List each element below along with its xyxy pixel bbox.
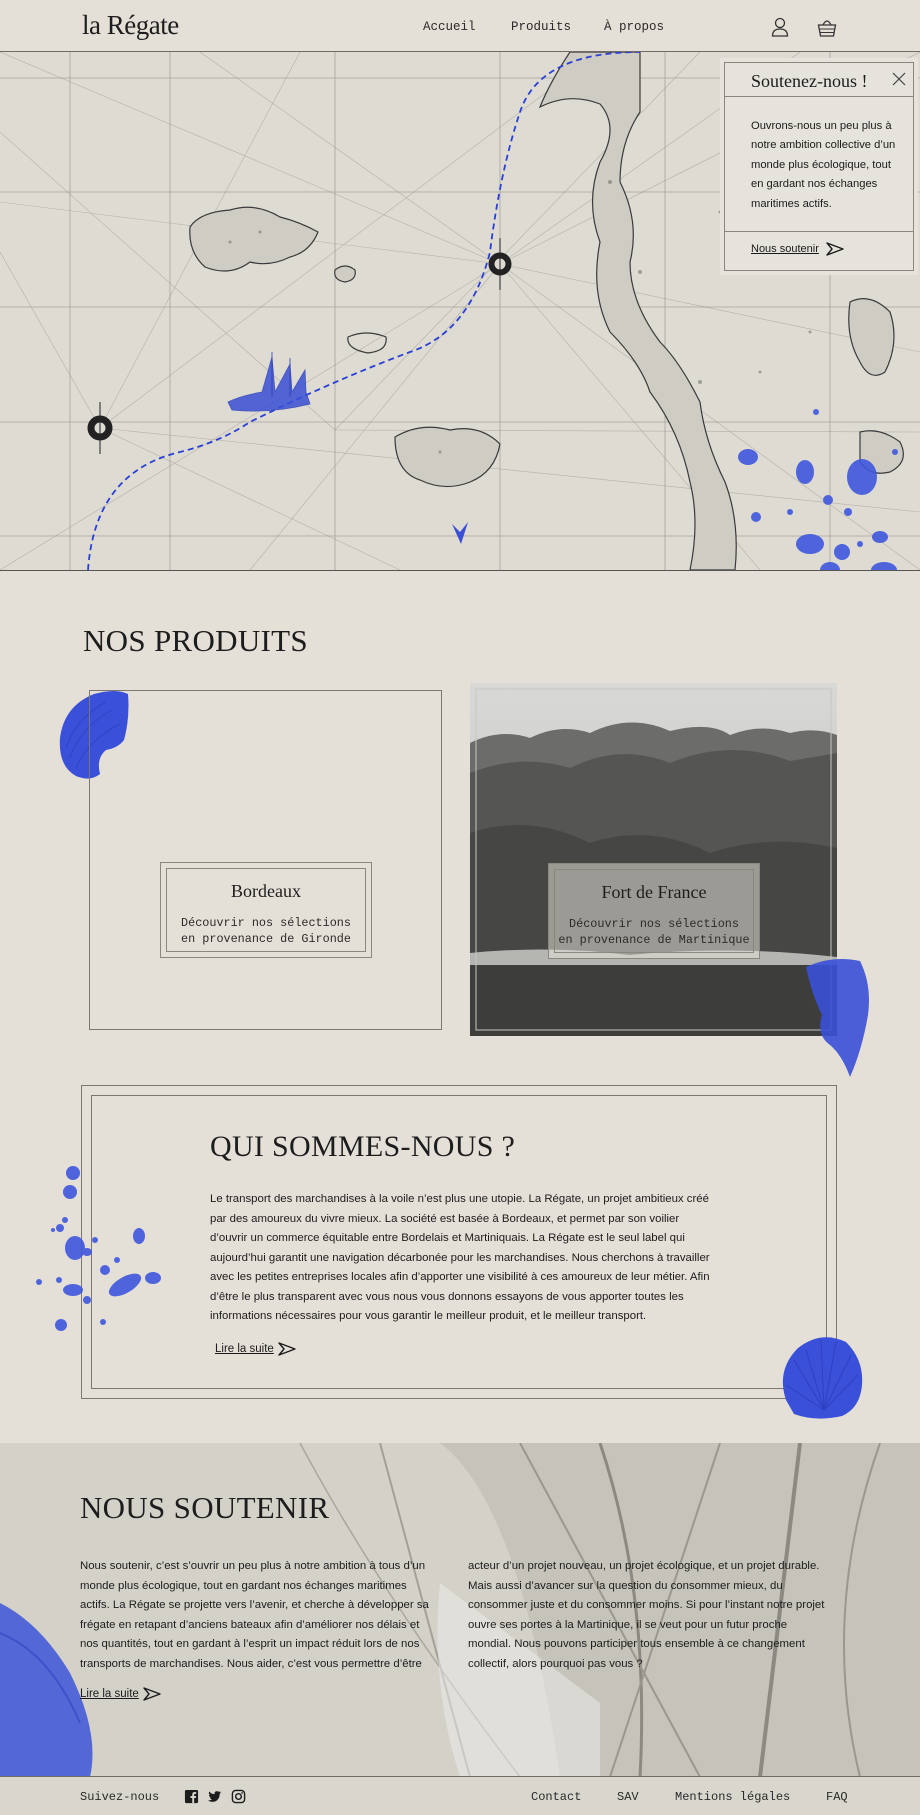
product-label[interactable]: Fort de France Découvrir nos sélections …: [548, 863, 760, 959]
support-text-column: acteur d’un projet nouveau, un projet éc…: [468, 1560, 825, 1670]
support-heading: NOUS SOUTENIR: [80, 1490, 330, 1525]
product-subtitle: Découvrir nos sélections en provenance d…: [549, 916, 759, 948]
facebook-icon[interactable]: [184, 1789, 199, 1804]
popup-title: Soutenez-nous !: [751, 71, 868, 91]
popup-divider: [725, 231, 913, 232]
support-text-column: Nous soutenir, c’est s’ouvrir un peu plu…: [80, 1560, 429, 1670]
about-body: Le transport des marchandises à la voile…: [210, 1193, 710, 1322]
products-heading: NOS PRODUITS: [83, 623, 308, 658]
footer-link-mentions-legales[interactable]: Mentions légales: [675, 1790, 790, 1804]
arrow-right-icon[interactable]: [142, 1685, 162, 1703]
product-subtitle-line: en provenance de Martinique: [558, 933, 750, 947]
site-footer: Suivez-nous Contact SAV Mentions légales…: [0, 1776, 920, 1815]
ink-blob-decoration: [806, 959, 869, 1077]
product-card-bordeaux[interactable]: Bordeaux Découvrir nos sélections en pro…: [89, 690, 442, 1030]
twitter-icon[interactable]: [207, 1789, 222, 1804]
arrow-right-icon[interactable]: [825, 240, 845, 258]
product-subtitle-line: en provenance de Gironde: [181, 932, 351, 946]
support-read-more-link[interactable]: Lire la suite: [80, 1688, 139, 1700]
tropical-coast-photo: [470, 683, 837, 1036]
footer-link-contact[interactable]: Contact: [531, 1790, 581, 1804]
product-subtitle: Découvrir nos sélections en provenance d…: [161, 915, 371, 947]
product-subtitle-line: Découvrir nos sélections: [569, 917, 739, 931]
nav-accueil[interactable]: Accueil: [423, 20, 476, 34]
footer-link-sav[interactable]: SAV: [617, 1790, 639, 1804]
support-popup: Soutenez-nous ! Ouvrons-nous un peu plus…: [724, 62, 914, 271]
nav-a-propos[interactable]: À propos: [604, 20, 664, 34]
logo[interactable]: la Régate: [82, 10, 179, 41]
product-subtitle-line: Découvrir nos sélections: [181, 916, 351, 930]
site-header: la Régate Accueil Produits À propos: [0, 0, 920, 52]
ink-splash-decoration: [36, 1166, 161, 1331]
close-icon[interactable]: [889, 69, 909, 89]
card-frame: [89, 690, 442, 1030]
nav-produits[interactable]: Produits: [511, 20, 571, 34]
footer-link-faq[interactable]: FAQ: [826, 1790, 848, 1804]
popup-divider: [725, 96, 913, 97]
popup-body: Ouvrons-nous un peu plus à notre ambitio…: [751, 120, 896, 210]
basket-icon[interactable]: [816, 16, 838, 38]
ink-shell-decoration: [782, 1337, 863, 1419]
follow-us-label: Suivez-nous: [80, 1790, 160, 1804]
product-card-fort-de-france[interactable]: Fort de France Découvrir nos sélections …: [470, 683, 837, 1036]
instagram-icon[interactable]: [231, 1789, 246, 1804]
arrow-right-icon[interactable]: [277, 1340, 297, 1358]
about-heading: QUI SOMMES-NOUS ?: [210, 1130, 516, 1163]
product-name: Bordeaux: [231, 881, 301, 901]
popup-support-link[interactable]: Nous soutenir: [751, 243, 819, 255]
product-label[interactable]: Bordeaux Découvrir nos sélections en pro…: [160, 862, 372, 958]
about-read-more-link[interactable]: Lire la suite: [215, 1343, 274, 1355]
product-name: Fort de France: [601, 882, 707, 902]
user-icon[interactable]: [769, 16, 791, 38]
